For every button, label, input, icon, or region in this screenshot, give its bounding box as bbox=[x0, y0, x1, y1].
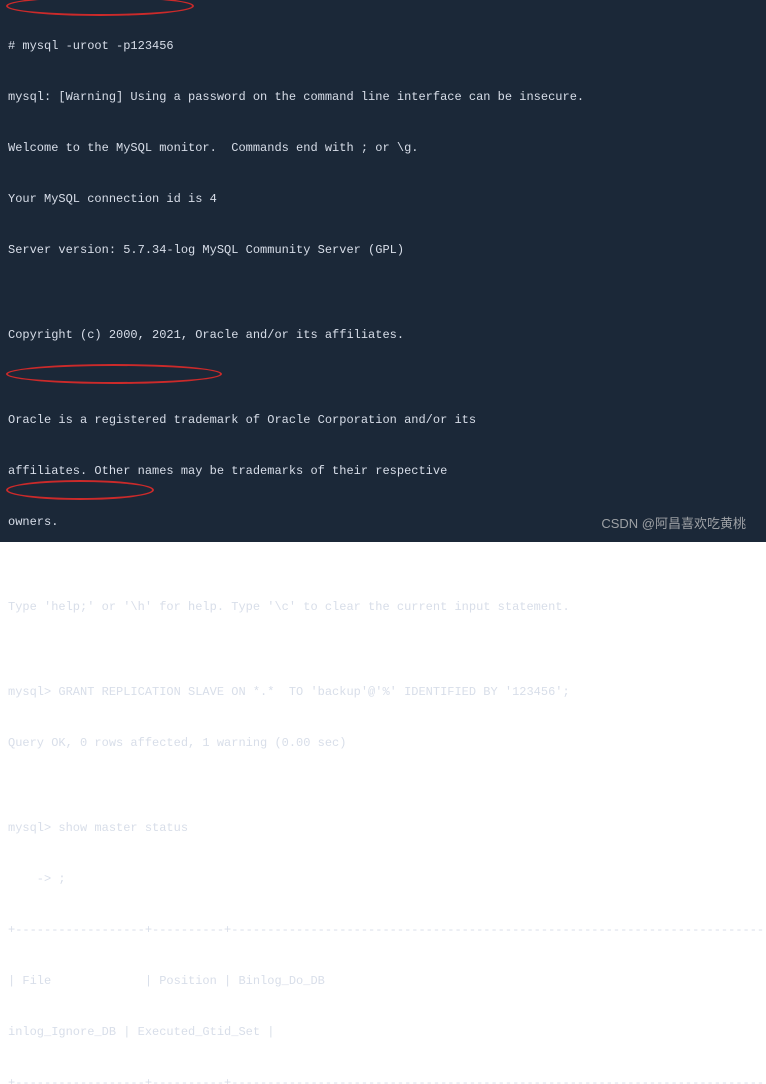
terminal-line: | File | Position | Binlog_Do_DB | B bbox=[8, 973, 758, 990]
terminal-line: Server version: 5.7.34-log MySQL Communi… bbox=[8, 242, 758, 259]
terminal-line: owners. bbox=[8, 514, 758, 531]
terminal-line: Welcome to the MySQL monitor. Commands e… bbox=[8, 140, 758, 157]
terminal-line: Your MySQL connection id is 4 bbox=[8, 191, 758, 208]
terminal-line: inlog_Ignore_DB | Executed_Gtid_Set | bbox=[8, 1024, 758, 1041]
terminal-line: Type 'help;' or '\h' for help. Type '\c'… bbox=[8, 599, 758, 616]
terminal-line: +------------------+----------+---------… bbox=[8, 1075, 758, 1084]
terminal-line: mysql: [Warning] Using a password on the… bbox=[8, 89, 758, 106]
annotation-circle bbox=[6, 364, 222, 384]
terminal-line: # mysql -uroot -p123456 bbox=[8, 38, 758, 55]
terminal-line: Copyright (c) 2000, 2021, Oracle and/or … bbox=[8, 327, 758, 344]
terminal-line: Oracle is a registered trademark of Orac… bbox=[8, 412, 758, 429]
terminal-window[interactable]: # mysql -uroot -p123456 mysql: [Warning]… bbox=[0, 0, 766, 542]
annotation-circle bbox=[6, 0, 194, 16]
terminal-line: +------------------+----------+---------… bbox=[8, 922, 758, 939]
annotation-circle bbox=[6, 480, 154, 500]
terminal-line: affiliates. Other names may be trademark… bbox=[8, 463, 758, 480]
terminal-line: -> ; bbox=[8, 871, 758, 888]
terminal-line: Query OK, 0 rows affected, 1 warning (0.… bbox=[8, 735, 758, 752]
terminal-line: mysql> GRANT REPLICATION SLAVE ON *.* TO… bbox=[8, 684, 758, 701]
terminal-line: mysql> show master status bbox=[8, 820, 758, 837]
